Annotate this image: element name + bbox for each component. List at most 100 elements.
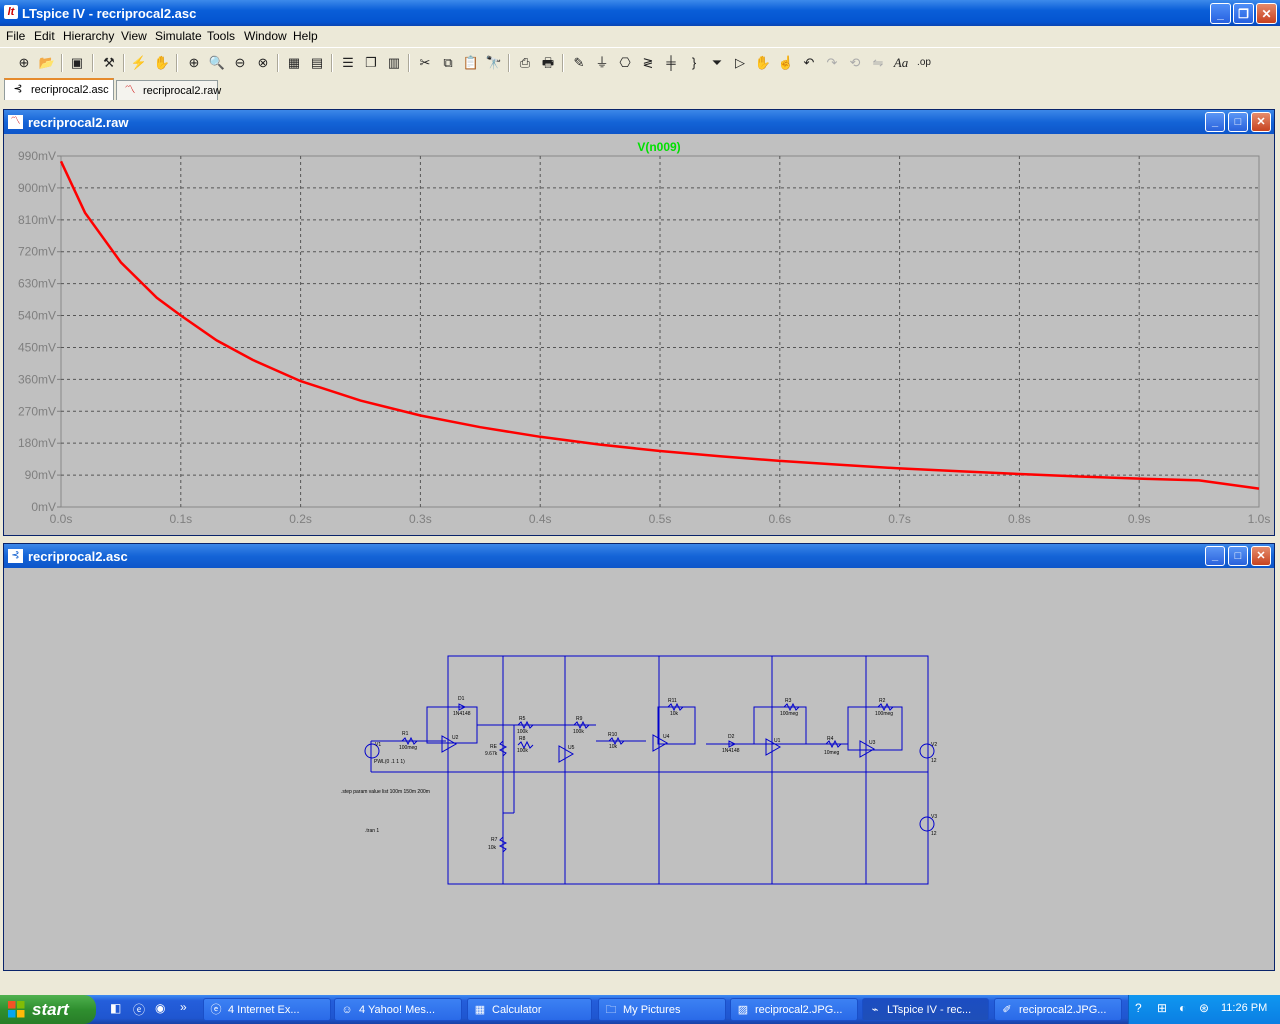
copy-icon[interactable]: ⧉ xyxy=(438,53,458,73)
text-icon[interactable]: Aa xyxy=(891,53,911,73)
schematic-close-button[interactable]: ✕ xyxy=(1251,546,1271,566)
task-internet-explorer[interactable]: ⓔ 4 Internet Ex... xyxy=(203,998,331,1021)
tile-horizontal-icon[interactable]: ☰ xyxy=(338,53,358,73)
r3-label: R3 xyxy=(785,698,792,704)
cut-icon[interactable]: ✂ xyxy=(415,53,435,73)
inductor-icon[interactable]: } xyxy=(684,53,704,73)
re-value: 9.67k xyxy=(485,751,498,757)
paste-icon[interactable]: 📋 xyxy=(461,53,481,73)
zoom-out-icon[interactable]: ⊖ xyxy=(230,53,250,73)
y-tick-label: 180mV xyxy=(18,436,56,450)
undo-icon[interactable]: ↶ xyxy=(799,53,819,73)
menu-help[interactable]: Help xyxy=(293,29,318,43)
schematic-icon: ⊰ xyxy=(13,83,23,95)
ie-quicklaunch-icon[interactable]: ⓔ xyxy=(133,1001,149,1017)
x-tick-label: 0.9s xyxy=(1128,512,1151,526)
print-setup-icon[interactable]: ⎙ xyxy=(515,53,535,73)
y-tick-label: 270mV xyxy=(18,404,56,418)
task-yahoo-messenger[interactable]: ☺ 4 Yahoo! Mes... xyxy=(334,998,462,1021)
print-icon[interactable]: 🖶 xyxy=(538,53,558,73)
zoom-in-icon[interactable]: ⊕ xyxy=(184,53,204,73)
schematic-canvas[interactable]: D1 1N4148 D2 1N4148 R1 100meg R2 100meg … xyxy=(6,569,1274,969)
task-my-pictures[interactable]: 🗀 My Pictures xyxy=(598,998,726,1021)
task-ltspice[interactable]: ⌁ LTspice IV - rec... xyxy=(862,998,989,1021)
r11-label: R11 xyxy=(668,698,677,704)
security-icon[interactable]: ⊛ xyxy=(1199,1001,1209,1015)
calculator-icon: ▦ xyxy=(474,1004,486,1016)
y-tick-label: 90mV xyxy=(25,468,56,482)
mirror-icon[interactable]: ⇋ xyxy=(868,53,888,73)
r9-label: R9 xyxy=(576,716,583,722)
r1-label: R1 xyxy=(402,731,409,737)
menu-hierarchy[interactable]: Hierarchy xyxy=(63,29,114,43)
grid-icon[interactable]: ▤ xyxy=(307,53,327,73)
zoom-fit-icon[interactable]: ⊗ xyxy=(253,53,273,73)
schematic-maximize-button[interactable]: □ xyxy=(1228,546,1248,566)
rotate-icon[interactable]: ⟲ xyxy=(845,53,865,73)
close-button[interactable]: ✕ xyxy=(1256,3,1277,24)
tran-directive[interactable]: .tran 1 xyxy=(365,828,379,834)
drag-icon[interactable]: ☝ xyxy=(776,53,796,73)
draw-wire-icon[interactable]: ✎ xyxy=(569,53,589,73)
ground-icon[interactable]: ⏚ xyxy=(592,53,612,73)
task-image-viewer[interactable]: ▨ reciprocal2.JPG... xyxy=(730,998,858,1021)
tab-schematic[interactable]: ⊰ recriprocal2.asc xyxy=(4,78,114,100)
task-paint[interactable]: ✐ reciprocal2.JPG... xyxy=(994,998,1122,1021)
tile-vertical-icon[interactable]: ▥ xyxy=(384,53,404,73)
run-icon[interactable]: ⚡ xyxy=(129,53,149,73)
waveform-maximize-button[interactable]: □ xyxy=(1228,112,1248,132)
cascade-icon[interactable]: ❐ xyxy=(361,53,381,73)
start-button[interactable]: start xyxy=(0,995,96,1024)
waveform-icon: 〽 xyxy=(8,115,23,129)
halt-icon[interactable]: ✋ xyxy=(152,53,172,73)
menu-edit[interactable]: Edit xyxy=(34,29,55,43)
clock[interactable]: 11:26 PM xyxy=(1221,1002,1267,1014)
move-icon[interactable]: ✋ xyxy=(753,53,773,73)
capacitor-icon[interactable]: ╪ xyxy=(661,53,681,73)
restore-button[interactable]: ❐ xyxy=(1233,3,1254,24)
find-icon[interactable]: 🔭 xyxy=(484,53,504,73)
menu-window[interactable]: Window xyxy=(244,29,287,43)
redo-icon[interactable]: ↷ xyxy=(822,53,842,73)
waveform-minimize-button[interactable]: _ xyxy=(1205,112,1225,132)
open-icon[interactable]: 📂 xyxy=(37,53,57,73)
save-icon[interactable]: ▣ xyxy=(67,53,87,73)
x-tick-label: 0.5s xyxy=(649,512,672,526)
menu-view[interactable]: View xyxy=(121,29,147,43)
trace-label[interactable]: V(n009) xyxy=(637,140,680,154)
y-tick-label: 450mV xyxy=(18,340,56,354)
y-tick-label: 630mV xyxy=(18,277,56,291)
quicklaunch-more-icon[interactable]: » xyxy=(180,1000,187,1014)
folder-icon: 🗀 xyxy=(605,1004,617,1016)
help-icon[interactable]: ? xyxy=(1135,1001,1142,1015)
schematic-minimize-button[interactable]: _ xyxy=(1205,546,1225,566)
waveform-plot[interactable]: 990mV 900mV 810mV 720mV 630mV 540mV 450mV 360mV… xyxy=(4,134,1274,535)
component-icon[interactable]: ▷ xyxy=(730,53,750,73)
v1-label: V1 xyxy=(375,742,381,748)
ltspice-icon: ⌁ xyxy=(871,1004,879,1016)
show-desktop-icon[interactable]: ◧ xyxy=(110,1001,126,1017)
diode-icon[interactable]: ⏷ xyxy=(707,53,727,73)
tab-waveform[interactable]: 〽 recriprocal2.raw xyxy=(116,80,221,100)
image-icon: ▨ xyxy=(737,1004,749,1016)
windows-flag-icon xyxy=(8,1001,25,1018)
zoom-pan-icon[interactable]: 🔍 xyxy=(207,53,227,73)
minimize-button[interactable]: _ xyxy=(1210,3,1231,24)
task-calculator[interactable]: ▦ Calculator xyxy=(467,998,592,1021)
spice-directive-icon[interactable]: .op xyxy=(914,53,934,73)
network-icon[interactable]: ⊞ xyxy=(1157,1001,1167,1015)
label-net-icon[interactable]: ⎔ xyxy=(615,53,635,73)
document-tabs: ⊰ recriprocal2.asc 〽 recriprocal2.raw xyxy=(0,78,1280,102)
volume-icon[interactable]: ◐ xyxy=(1179,1001,1186,1015)
resistor-icon[interactable]: ≷ xyxy=(638,53,658,73)
x-tick-label: 0.7s xyxy=(888,512,911,526)
step-directive[interactable]: .step param value list 100m 150m 200m xyxy=(341,789,430,795)
control-panel-icon[interactable]: ⚒ xyxy=(99,53,119,73)
autorange-icon[interactable]: ▦ xyxy=(284,53,304,73)
menu-tools[interactable]: Tools xyxy=(207,29,235,43)
new-schematic-icon[interactable]: ⊕ xyxy=(14,53,34,73)
media-quicklaunch-icon[interactable]: ◉ xyxy=(155,1001,171,1017)
waveform-close-button[interactable]: ✕ xyxy=(1251,112,1271,132)
menu-simulate[interactable]: Simulate xyxy=(155,29,202,43)
menu-file[interactable]: File xyxy=(6,29,25,43)
